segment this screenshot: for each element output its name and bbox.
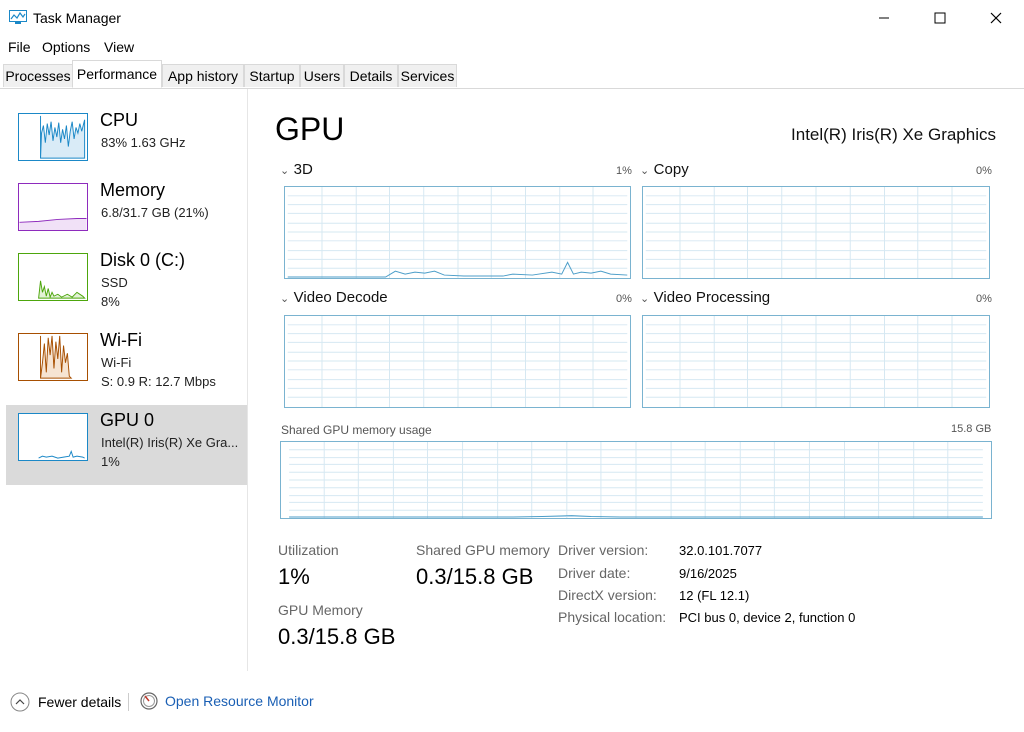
sidebar-label-disk: Disk 0 (C:) xyxy=(100,250,185,270)
chevron-down-icon: ⌄ xyxy=(640,165,650,177)
directx-version-label: DirectX version: xyxy=(558,587,657,603)
graph-copy xyxy=(642,186,990,279)
sidebar-detail-cpu: 83% 1.63 GHz xyxy=(101,135,186,150)
tab-details[interactable]: Details xyxy=(344,64,398,87)
shared-memory-graph-max: 15.8 GB xyxy=(951,423,992,435)
menu-file[interactable]: File xyxy=(8,39,31,55)
maximize-button[interactable] xyxy=(914,0,966,36)
sidebar-detail-gpu-model: Intel(R) Iris(R) Xe Gra... xyxy=(101,435,239,450)
sidebar-detail-wifi-speed: S: 0.9 R: 12.7 Mbps xyxy=(101,374,216,389)
open-resource-monitor-label: Open Resource Monitor xyxy=(165,693,314,709)
minimize-button[interactable] xyxy=(858,0,910,36)
fewer-details-label: Fewer details xyxy=(38,694,122,710)
memory-thumbnail-graph xyxy=(18,183,88,231)
close-icon xyxy=(990,12,1002,24)
sidebar-item-disk[interactable]: Disk 0 (C:) SSD 8% xyxy=(6,245,247,325)
graph-3d-header[interactable]: ⌄ 3D xyxy=(280,161,313,179)
chevron-down-icon: ⌄ xyxy=(280,165,290,177)
fewer-details-button[interactable]: Fewer details xyxy=(10,692,121,712)
tab-services[interactable]: Services xyxy=(398,64,457,87)
sidebar-detail-disk-type: SSD xyxy=(101,275,128,290)
chevron-down-icon: ⌄ xyxy=(640,293,650,305)
graph-video-processing-percent: 0% xyxy=(976,293,992,305)
graph-video-processing-header[interactable]: ⌄ Video Processing xyxy=(640,289,770,307)
sidebar-label-memory: Memory xyxy=(100,180,166,200)
gpu-thumbnail-graph xyxy=(18,413,88,461)
sidebar-item-wifi[interactable]: Wi-Fi Wi-Fi S: 0.9 R: 12.7 Mbps xyxy=(6,325,247,405)
driver-version-value: 32.0.101.7077 xyxy=(679,543,763,558)
maximize-icon xyxy=(934,12,946,24)
close-button[interactable] xyxy=(970,0,1022,36)
shared-memory-graph-label: Shared GPU memory usage xyxy=(281,423,432,437)
physical-location-label: Physical location: xyxy=(558,609,667,625)
menu-options[interactable]: Options xyxy=(42,39,90,55)
utilization-value: 1% xyxy=(278,564,310,589)
page-title: GPU xyxy=(275,111,345,147)
sidebar-label-gpu: GPU 0 xyxy=(100,410,155,430)
shared-memory-graph xyxy=(280,441,992,519)
gpu-memory-label: GPU Memory xyxy=(278,602,363,618)
performance-sidebar: CPU 83% 1.63 GHz Memory 6.8/31.7 GB (21%… xyxy=(0,89,248,671)
shared-gpu-memory-value: 0.3/15.8 GB xyxy=(416,564,534,589)
sidebar-detail-gpu-util: 1% xyxy=(101,454,120,469)
footer-divider xyxy=(128,693,129,711)
utilization-label: Utilization xyxy=(278,542,339,558)
graph-3d-label: 3D xyxy=(293,161,313,178)
window-title: Task Manager xyxy=(33,10,121,26)
driver-date-label: Driver date: xyxy=(558,565,631,581)
disk-thumbnail-graph xyxy=(18,253,88,301)
sidebar-detail-wifi-adapter: Wi-Fi xyxy=(101,355,132,370)
graph-video-decode-header[interactable]: ⌄ Video Decode xyxy=(280,289,388,307)
menu-view[interactable]: View xyxy=(104,39,134,55)
tab-bar: Processes Performance App history Startu… xyxy=(0,58,1024,89)
driver-date-value: 9/16/2025 xyxy=(679,566,737,581)
footer: Fewer details Open Resource Monitor xyxy=(0,671,1024,732)
graph-video-decode-percent: 0% xyxy=(616,293,632,305)
gpu-memory-value: 0.3/15.8 GB xyxy=(278,624,396,649)
sidebar-item-gpu[interactable]: GPU 0 Intel(R) Iris(R) Xe Gra... 1% xyxy=(6,405,247,485)
resource-monitor-icon xyxy=(140,692,158,710)
gpu-model-name: Intel(R) Iris(R) Xe Graphics xyxy=(791,125,996,144)
sidebar-detail-memory: 6.8/31.7 GB (21%) xyxy=(101,205,209,220)
chevron-up-icon xyxy=(10,692,30,712)
wifi-thumbnail-graph xyxy=(18,333,88,381)
task-manager-icon xyxy=(9,10,27,24)
graph-copy-percent: 0% xyxy=(976,165,992,177)
sidebar-detail-disk-util: 8% xyxy=(101,294,120,309)
sidebar-item-cpu[interactable]: CPU 83% 1.63 GHz xyxy=(6,105,247,185)
sidebar-item-memory[interactable]: Memory 6.8/31.7 GB (21%) xyxy=(6,175,247,255)
graph-3d-percent: 1% xyxy=(616,165,632,177)
graph-video-decode xyxy=(284,315,631,408)
tab-performance[interactable]: Performance xyxy=(72,60,162,88)
tab-startup[interactable]: Startup xyxy=(244,64,300,87)
gpu-detail-panel: GPU Intel(R) Iris(R) Xe Graphics ⌄ 3D 1%… xyxy=(248,89,1024,671)
graph-video-decode-label: Video Decode xyxy=(293,289,388,306)
cpu-thumbnail-graph xyxy=(18,113,88,161)
graph-video-processing-label: Video Processing xyxy=(653,289,771,306)
minimize-icon xyxy=(879,17,889,19)
physical-location-value: PCI bus 0, device 2, function 0 xyxy=(679,610,856,625)
tab-app-history[interactable]: App history xyxy=(162,64,244,87)
chevron-down-icon: ⌄ xyxy=(280,293,290,305)
graph-video-processing xyxy=(642,315,990,408)
menu-bar: File Options View xyxy=(0,36,1024,58)
sidebar-label-wifi: Wi-Fi xyxy=(100,330,142,350)
tab-users[interactable]: Users xyxy=(300,64,344,87)
graph-copy-header[interactable]: ⌄ Copy xyxy=(640,161,689,179)
directx-version-value: 12 (FL 12.1) xyxy=(679,588,750,603)
graph-3d xyxy=(284,186,631,279)
sidebar-label-cpu: CPU xyxy=(100,110,139,130)
graph-copy-label: Copy xyxy=(653,161,689,178)
tab-processes[interactable]: Processes xyxy=(3,64,73,87)
driver-version-label: Driver version: xyxy=(558,542,649,558)
open-resource-monitor-link[interactable]: Open Resource Monitor xyxy=(140,692,314,710)
title-bar: Task Manager xyxy=(0,0,1024,36)
shared-gpu-memory-label: Shared GPU memory xyxy=(416,542,550,558)
